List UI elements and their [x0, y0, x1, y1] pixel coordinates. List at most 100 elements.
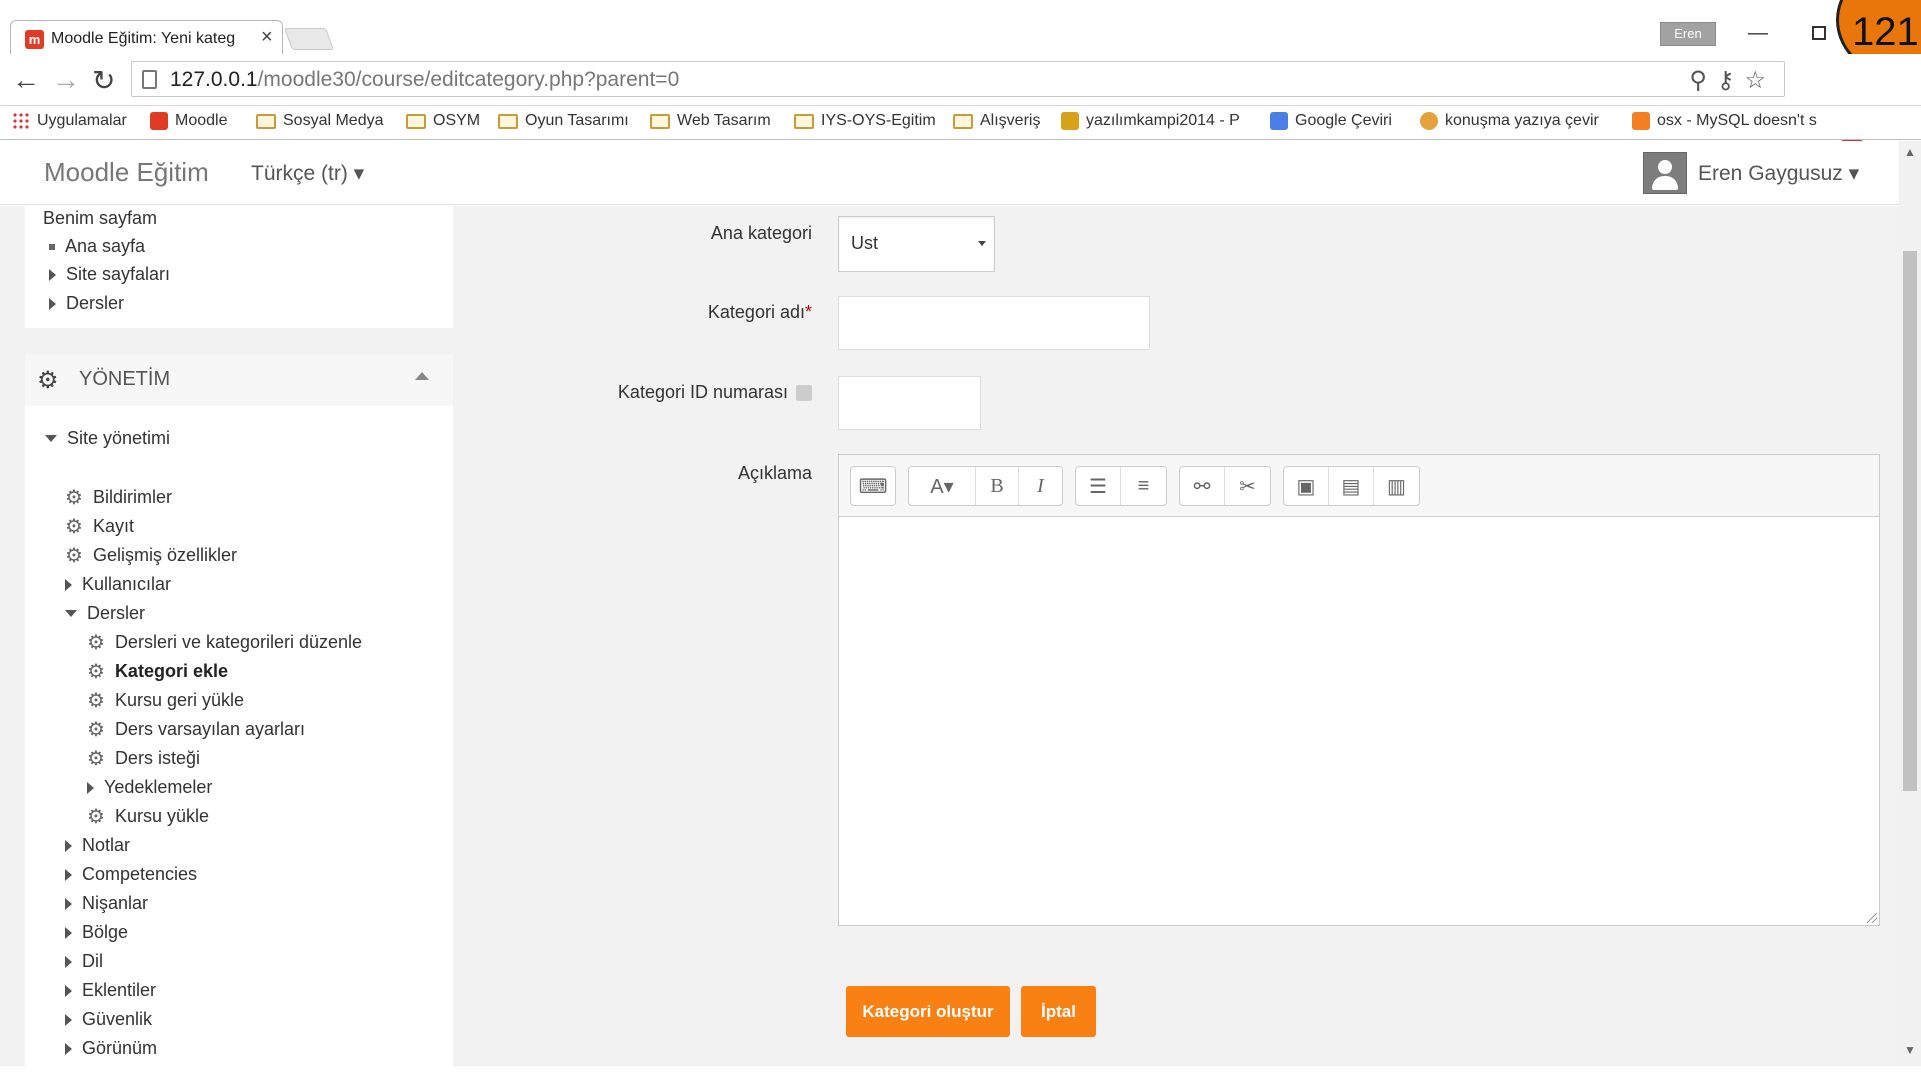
admin-tree-item[interactable]: Yedeklemeler — [87, 777, 212, 798]
bookmark-item[interactable]: osx - MySQL doesn't s — [1632, 112, 1817, 130]
link-icon[interactable]: ⚯ — [1180, 467, 1225, 505]
collapse-icon[interactable] — [415, 372, 429, 380]
key-icon[interactable]: ⚷ — [1717, 67, 1745, 94]
moodle-navbar: Moodle Eğitim Türkçe (tr) ▾ Eren Gaygusu… — [0, 141, 1899, 205]
page-content: Benim sayfam Ana sayfa Site sayfaları De… — [0, 206, 1899, 1066]
bookmark-item[interactable]: konuşma yazıya çevir — [1420, 112, 1599, 130]
paragraph-style-icon[interactable]: A▾ — [909, 467, 976, 505]
reload-icon[interactable]: ↻ — [92, 64, 115, 97]
moodle-icon — [150, 112, 168, 130]
ordered-list-icon[interactable]: ≡ — [1121, 467, 1166, 505]
browser-tab[interactable]: m Moodle Eğitim: Yeni kateg × — [10, 20, 283, 56]
bookmark-item[interactable]: IYS-OYS-Egitim — [794, 112, 936, 130]
toolbar-group-4: ⚯ ✂ — [1179, 466, 1271, 506]
nav-root[interactable]: Benim sayfam — [43, 208, 157, 229]
block-title: YÖNETİM — [79, 368, 171, 390]
settings-gears-icon: ⚙ — [37, 367, 59, 394]
admin-tree-item[interactable]: ⚙ Ders varsayılan ayarları — [87, 719, 305, 740]
admin-tree-item[interactable]: Dil — [65, 951, 103, 972]
admin-root-site-administration[interactable]: Site yönetimi — [45, 428, 170, 449]
gear-icon: ⚙ — [87, 660, 105, 683]
category-name-label: Kategori adı* — [707, 302, 812, 322]
back-arrow-icon[interactable]: ← — [12, 64, 40, 96]
profile-button[interactable]: Eren — [1660, 22, 1716, 46]
admin-tree-item[interactable]: ⚙ Kursu yükle — [87, 806, 209, 827]
parent-category-label: Ana kategori — [710, 223, 812, 243]
bookmark-item[interactable]: Google Çeviri — [1270, 112, 1392, 130]
folder-icon — [953, 113, 973, 129]
admin-tree-item[interactable]: Görünüm — [65, 1038, 157, 1059]
admin-tree-item[interactable]: ⚙ Kursu geri yükle — [87, 690, 244, 711]
administration-block: ⚙ YÖNETİM Site yönetimi ⚙ Bildirimler ⚙ Kayı… — [25, 354, 453, 1066]
admin-tree-item[interactable]: Notlar — [65, 835, 130, 856]
admin-tree-item[interactable]: Competencies — [65, 864, 197, 885]
stackoverflow-icon — [1632, 112, 1650, 130]
admin-tree-item[interactable]: ⚙ Ders isteği — [87, 748, 200, 769]
close-tab-icon[interactable]: × — [261, 26, 273, 49]
bookmark-item[interactable]: Moodle — [150, 112, 227, 130]
admin-tree-item[interactable]: ⚙ Kategori ekle — [87, 661, 228, 682]
minimize-icon[interactable]: — — [1748, 22, 1768, 45]
cancel-button[interactable]: İptal — [1021, 986, 1096, 1037]
scroll-up-icon[interactable]: ▲ — [1904, 145, 1916, 159]
scroll-down-icon[interactable]: ▼ — [1904, 1043, 1916, 1057]
new-tab-button[interactable] — [283, 28, 335, 50]
forward-arrow-icon[interactable]: → — [52, 64, 80, 96]
bookmark-item[interactable]: Oyun Tasarımı — [498, 112, 629, 130]
help-icon[interactable] — [796, 385, 812, 402]
category-id-input[interactable] — [838, 376, 981, 430]
admin-tree-item[interactable]: Bölge — [65, 922, 128, 943]
insert-image-icon[interactable]: ▣ — [1284, 467, 1329, 505]
expand-branch-icon — [65, 984, 72, 997]
bookmark-item[interactable]: Alışveriş — [953, 112, 1040, 130]
gear-icon: ⚙ — [87, 689, 105, 712]
expand-branch-icon — [65, 1042, 72, 1055]
scroll-thumb[interactable] — [1903, 251, 1917, 791]
site-brand[interactable]: Moodle Eğitim — [44, 157, 209, 188]
admin-tree-item[interactable]: Dersler — [65, 603, 145, 624]
page-scrollbar[interactable]: ▲ ▼ — [1899, 141, 1921, 1066]
italic-icon[interactable]: I — [1019, 467, 1062, 505]
zoom-icon[interactable]: ⚲ — [1689, 67, 1717, 94]
nav-item-home[interactable]: Ana sayfa — [49, 236, 145, 257]
admin-tree-item[interactable]: ⚙ Bildirimler — [65, 487, 172, 508]
bookmark-item[interactable]: OSYM — [406, 112, 480, 130]
parent-category-select[interactable]: Ust — [838, 216, 995, 272]
url-text: 127.0.0.1/moodle30/course/editcategory.p… — [170, 68, 680, 91]
nav-item-site-pages[interactable]: Site sayfaları — [49, 264, 170, 285]
user-avatar-icon[interactable] — [1643, 152, 1687, 194]
admin-tree-item[interactable]: ⚙ Kayıt — [65, 516, 134, 537]
nav-item-courses[interactable]: Dersler — [49, 293, 124, 314]
admin-tree-item[interactable]: ⚙ Dersleri ve kategorileri düzenle — [87, 632, 362, 653]
restore-icon[interactable] — [1812, 26, 1826, 40]
omnibox-actions: ⚲⚷☆ — [1689, 66, 1776, 95]
user-menu[interactable]: Eren Gaygusuz ▾ — [1698, 161, 1859, 186]
category-id-label: Kategori ID numarası — [618, 382, 812, 403]
category-name-input[interactable] — [838, 296, 1150, 350]
bookmark-item[interactable]: Sosyal Medya — [256, 112, 384, 130]
unordered-list-icon[interactable]: ☰ — [1076, 467, 1121, 505]
address-bar[interactable]: 127.0.0.1/moodle30/course/editcategory.p… — [131, 61, 1785, 97]
toggle-toolbar-icon[interactable]: ⌨ — [851, 467, 895, 505]
moodle-favicon-icon: m — [25, 30, 44, 49]
bold-icon[interactable]: B — [976, 467, 1019, 505]
dropdown-caret-icon — [978, 241, 986, 246]
create-category-button[interactable]: Kategori oluştur — [846, 986, 1010, 1037]
bookmark-item[interactable]: yazılımkampi2014 - P — [1061, 112, 1240, 130]
language-menu[interactable]: Türkçe (tr) ▾ — [251, 161, 364, 186]
admin-tree-item[interactable]: Kullanıcılar — [65, 574, 171, 595]
browser-tabstrip: m Moodle Eğitim: Yeni kateg × Eren — 121 — [0, 0, 1921, 80]
insert-media-icon[interactable]: ▤ — [1329, 467, 1374, 505]
unlink-icon[interactable]: ✂ — [1225, 467, 1270, 505]
expand-branch-icon — [65, 839, 72, 852]
resize-grip-icon[interactable] — [1867, 913, 1877, 923]
admin-tree-item[interactable]: Eklentiler — [65, 980, 156, 1001]
admin-tree-item[interactable]: Güvenlik — [65, 1009, 152, 1030]
admin-tree-item[interactable]: Nişanlar — [65, 893, 148, 914]
bookmark-star-icon[interactable]: ☆ — [1744, 67, 1776, 94]
editor-text-area[interactable] — [839, 517, 1879, 925]
manage-files-icon[interactable]: ▥ — [1374, 467, 1419, 505]
bookmark-item[interactable]: Web Tasarım — [650, 112, 771, 130]
bookmark-item[interactable]: Uygulamalar — [12, 112, 127, 130]
admin-tree-item[interactable]: ⚙ Gelişmiş özellikler — [65, 545, 237, 566]
